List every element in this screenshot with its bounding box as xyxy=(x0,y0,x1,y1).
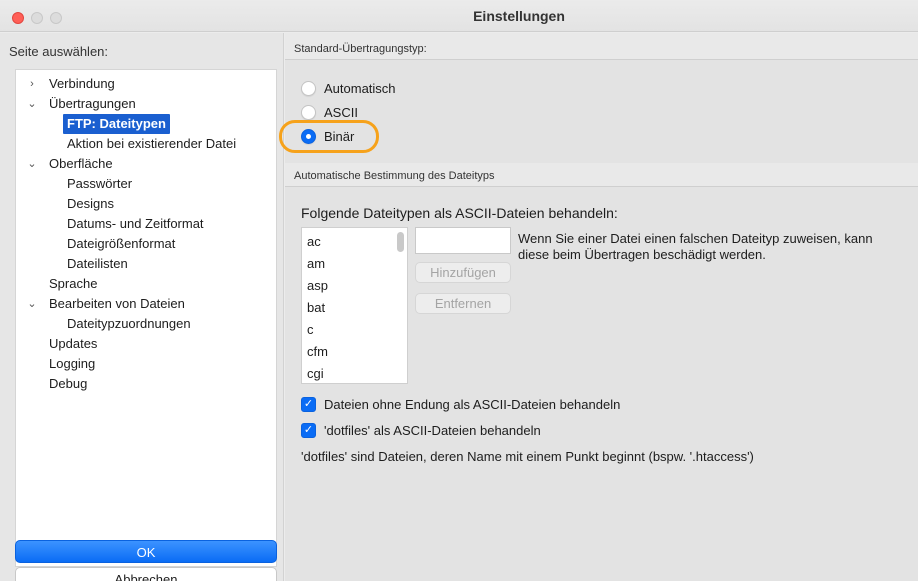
remove-button[interactable]: Entfernen xyxy=(415,293,511,314)
settings-tree: › Verbindung ⌄ Übertragungen FTP: Dateit… xyxy=(15,69,277,567)
file-type-list[interactable]: ac am asp bat c cfm cgi xyxy=(301,227,408,384)
ascii-types-title: Folgende Dateitypen als ASCII-Dateien be… xyxy=(301,205,618,221)
radio-automatic[interactable] xyxy=(301,80,316,96)
window-title: Einstellungen xyxy=(473,8,565,24)
collapse-arrow-icon[interactable]: ⌄ xyxy=(26,94,38,114)
tree-item-dateigroessenformat[interactable]: Dateigrößenformat xyxy=(67,234,175,254)
tree-item-ftp-dateitypen[interactable]: FTP: Dateitypen xyxy=(63,114,170,134)
cancel-button[interactable]: Abbrechen xyxy=(15,567,277,581)
tree-item-dateilisten[interactable]: Dateilisten xyxy=(67,254,128,274)
tree-item-debug[interactable]: Debug xyxy=(49,374,87,394)
checkmark-icon[interactable]: ✓ xyxy=(301,422,316,438)
radio-binary-label: Binär xyxy=(324,128,355,144)
checkbox-no-extension-row[interactable]: ✓ Dateien ohne Endung als ASCII-Dateien … xyxy=(301,394,620,414)
tree-item-verbindung[interactable]: Verbindung xyxy=(49,74,115,94)
checkbox-dotfiles-row[interactable]: ✓ 'dotfiles' als ASCII-Dateien behandeln xyxy=(301,420,541,440)
radio-ascii[interactable] xyxy=(301,104,316,120)
hint-line-2: diese beim Übertragen beschädigt werden. xyxy=(518,247,766,262)
list-item[interactable]: asp xyxy=(307,275,328,297)
auto-detect-group: Folgende Dateitypen als ASCII-Dateien be… xyxy=(285,186,918,581)
tree-item-designs[interactable]: Designs xyxy=(67,194,114,214)
list-item[interactable]: c xyxy=(307,319,314,341)
page-selector-label: Seite auswählen: xyxy=(9,44,109,59)
dotfiles-note: 'dotfiles' sind Dateien, deren Name mit … xyxy=(301,449,754,464)
collapse-arrow-icon[interactable]: ⌄ xyxy=(26,154,38,174)
tree-item-logging[interactable]: Logging xyxy=(49,354,95,374)
auto-detect-group-label: Automatische Bestimmung des Dateityps xyxy=(294,170,495,182)
tree-item-dateitypzuordnungen[interactable]: Dateitypzuordnungen xyxy=(67,314,191,334)
tree-item-datums-zeitformat[interactable]: Datums- und Zeitformat xyxy=(67,214,204,234)
radio-ascii-label: ASCII xyxy=(324,104,358,120)
ok-button[interactable]: OK xyxy=(15,540,277,563)
tree-item-bearbeiten-dateien[interactable]: Bearbeiten von Dateien xyxy=(49,294,185,314)
radio-binary[interactable] xyxy=(301,128,316,144)
tree-item-updates[interactable]: Updates xyxy=(49,334,97,354)
list-item[interactable]: bat xyxy=(307,297,325,319)
list-item[interactable]: cgi xyxy=(307,363,324,383)
list-item[interactable]: ac xyxy=(307,231,321,253)
hint-line-1: Wenn Sie einer Datei einen falschen Date… xyxy=(518,231,873,246)
radio-ascii-row[interactable]: ASCII xyxy=(301,102,358,122)
checkbox-no-extension-label: Dateien ohne Endung als ASCII-Dateien be… xyxy=(324,396,621,412)
transfer-type-group-label: Standard-Übertragungstyp: xyxy=(294,43,427,55)
settings-content-pane: Standard-Übertragungstyp: Automatisch AS… xyxy=(285,33,918,581)
settings-window: Einstellungen Seite auswählen: › Verbind… xyxy=(0,0,918,581)
expand-arrow-icon[interactable]: › xyxy=(26,74,38,94)
tree-item-sprache[interactable]: Sprache xyxy=(49,274,97,294)
checkmark-icon[interactable]: ✓ xyxy=(301,396,316,412)
checkbox-dotfiles-label: 'dotfiles' als ASCII-Dateien behandeln xyxy=(324,422,541,438)
add-button[interactable]: Hinzufügen xyxy=(415,262,511,283)
tree-item-aktion-existierende-datei[interactable]: Aktion bei existierender Datei xyxy=(67,134,236,154)
radio-binary-row[interactable]: Binär xyxy=(301,126,354,146)
list-item[interactable]: am xyxy=(307,253,325,275)
collapse-arrow-icon[interactable]: ⌄ xyxy=(26,294,38,314)
tree-item-uebertragungen[interactable]: Übertragungen xyxy=(49,94,136,114)
page-selector-pane: Seite auswählen: › Verbindung ⌄ Übertrag… xyxy=(0,33,284,581)
radio-automatic-label: Automatisch xyxy=(324,80,396,96)
title-bar: Einstellungen xyxy=(0,0,918,32)
tree-item-oberflaeche[interactable]: Oberfläche xyxy=(49,154,113,174)
transfer-type-group: Automatisch ASCII Binär xyxy=(285,59,918,163)
radio-automatic-row[interactable]: Automatisch xyxy=(301,78,396,98)
list-item[interactable]: cfm xyxy=(307,341,328,363)
list-scrollbar[interactable] xyxy=(397,232,404,252)
tree-item-passwoerter[interactable]: Passwörter xyxy=(67,174,132,194)
file-type-input[interactable] xyxy=(415,227,511,254)
